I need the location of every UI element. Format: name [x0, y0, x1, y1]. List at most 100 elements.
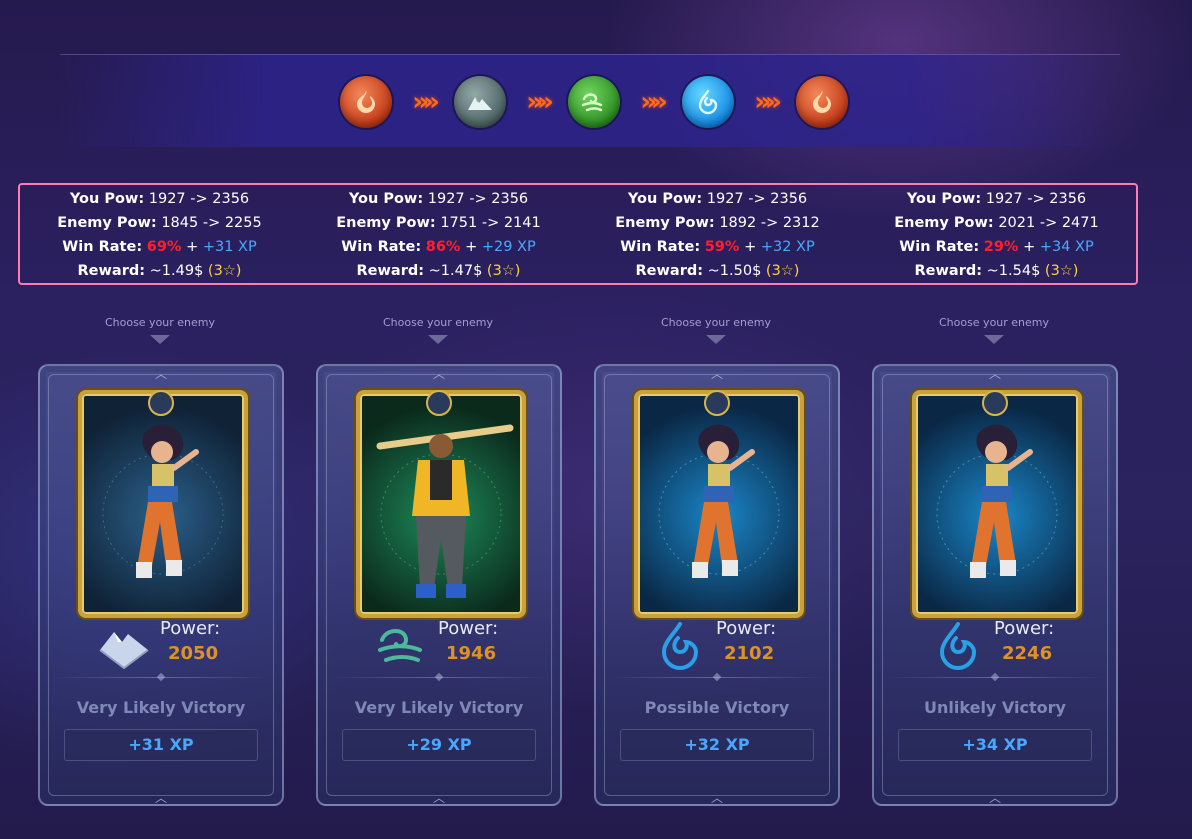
power-value: 2050 [168, 643, 219, 664]
water-drop-icon [939, 622, 977, 670]
wind-element-icon [568, 76, 620, 128]
power-value: 2102 [724, 643, 775, 664]
choose-enemy-hint: Choose your enemy [596, 316, 836, 344]
sequence-arrow-icon: »» [412, 87, 440, 117]
enemy-power-label: Enemy Pow: [57, 215, 157, 231]
chevron-up-icon: ︿ [432, 367, 446, 381]
reward-line: Reward: ~1.47$ (3☆) [299, 259, 578, 283]
xp-reward-button[interactable]: +29 XP [342, 729, 536, 761]
card-divider [610, 677, 824, 678]
reward-label: Reward: [914, 263, 983, 279]
choose-enemy-label: Choose your enemy [660, 316, 772, 329]
victory-prediction: Very Likely Victory [76, 698, 246, 717]
power-display: Power: 2102 [650, 618, 830, 674]
card-divider [332, 677, 546, 678]
enemy-card[interactable]: ︿ Power: 2246 Unlikely Victory +34 XP ︿ [872, 364, 1118, 806]
star-rating: (3☆) [765, 263, 800, 279]
choose-enemy-label: Choose your enemy [104, 316, 216, 329]
chevron-up-icon: ︿ [988, 367, 1002, 381]
chevron-up-icon: ︿ [154, 367, 168, 381]
earth-crest-icon [148, 390, 174, 416]
earth-element-icon [454, 76, 506, 128]
card-divider [54, 677, 268, 678]
stats-column: You Pow: 1927 -> 2356 Enemy Pow: 1751 ->… [299, 185, 578, 283]
xp-value: +34 XP [1039, 239, 1094, 255]
enemy-power-value: 1751 -> 2141 [440, 215, 541, 231]
choose-enemy-hint: Choose your enemy [874, 316, 1114, 344]
xp-reward-button[interactable]: +31 XP [64, 729, 258, 761]
your-power-value: 1927 -> 2356 [427, 191, 529, 207]
xp-value: +31 XP [202, 239, 257, 255]
chevron-up-icon: ︿ [432, 791, 446, 805]
plus-sign: + [186, 239, 199, 255]
your-power-line: You Pow: 1927 -> 2356 [299, 187, 578, 211]
enemy-power-label: Enemy Pow: [894, 215, 994, 231]
reward-line: Reward: ~1.49$ (3☆) [20, 259, 299, 283]
fighter-girl-portrait [634, 390, 804, 618]
win-rate-label: Win Rate: [341, 239, 422, 255]
enemy-power-line: Enemy Pow: 2021 -> 2471 [857, 211, 1136, 235]
power-display: Power: 2050 [94, 618, 274, 674]
down-triangle-icon [150, 335, 170, 344]
xp-reward-button[interactable]: +34 XP [898, 729, 1092, 761]
down-triangle-icon [706, 335, 726, 344]
win-rate-label: Win Rate: [620, 239, 701, 255]
your-power-line: You Pow: 1927 -> 2356 [857, 187, 1136, 211]
reward-label: Reward: [635, 263, 704, 279]
power-value: 2246 [1002, 643, 1053, 664]
enemy-power-value: 2021 -> 2471 [998, 215, 1099, 231]
your-power-value: 1927 -> 2356 [985, 191, 1087, 207]
power-value: 1946 [446, 643, 497, 664]
your-power-line: You Pow: 1927 -> 2356 [20, 187, 299, 211]
win-rate-value: 59% [704, 239, 740, 255]
your-power-label: You Pow: [906, 191, 982, 207]
power-label: Power: [994, 618, 1055, 639]
reward-value: ~1.47$ [428, 263, 483, 279]
water-element-icon [682, 76, 734, 128]
win-rate-line: Win Rate: 69% + +31 XP [20, 235, 299, 259]
down-triangle-icon [984, 335, 1004, 344]
enemy-card[interactable]: ︿ Power: 2102 Possible Victory +32 XP ︿ [594, 364, 840, 806]
choose-enemy-label: Choose your enemy [382, 316, 494, 329]
choose-enemy-label: Choose your enemy [938, 316, 1050, 329]
wind-swirl-icon [378, 629, 422, 662]
batter-man-portrait [356, 390, 526, 618]
enemy-card[interactable]: ︿ Power: 2050 Very Likely Victory +31 XP… [38, 364, 284, 806]
water-crest-icon [704, 390, 730, 416]
mountain-icon [99, 632, 149, 670]
card-divider [888, 677, 1102, 678]
fire-element-icon [340, 76, 392, 128]
plus-sign: + [744, 239, 757, 255]
fighter-girl-portrait [912, 390, 1082, 618]
your-power-label: You Pow: [348, 191, 424, 207]
choose-enemy-hint: Choose your enemy [40, 316, 280, 344]
xp-value: +29 XP [481, 239, 536, 255]
enemy-power-label: Enemy Pow: [615, 215, 715, 231]
win-rate-line: Win Rate: 59% + +32 XP [578, 235, 857, 259]
wind-crest-icon [426, 390, 452, 416]
stats-column: You Pow: 1927 -> 2356 Enemy Pow: 1892 ->… [578, 185, 857, 283]
your-power-value: 1927 -> 2356 [148, 191, 250, 207]
stats-column: You Pow: 1927 -> 2356 Enemy Pow: 1845 ->… [20, 185, 299, 283]
power-display: Power: 2246 [928, 618, 1108, 674]
stats-column: You Pow: 1927 -> 2356 Enemy Pow: 2021 ->… [857, 185, 1136, 283]
victory-prediction: Unlikely Victory [924, 698, 1066, 717]
power-label: Power: [716, 618, 777, 639]
reward-value: ~1.50$ [707, 263, 762, 279]
water-drop-icon [661, 622, 699, 670]
chevron-up-icon: ︿ [154, 791, 168, 805]
star-rating: (3☆) [486, 263, 521, 279]
enemy-power-value: 1892 -> 2312 [719, 215, 820, 231]
water-crest-icon [982, 390, 1008, 416]
reward-value: ~1.54$ [986, 263, 1041, 279]
power-label: Power: [160, 618, 221, 639]
win-rate-label: Win Rate: [62, 239, 143, 255]
enemy-card[interactable]: ︿ Power: 1946 Very Likely Victory +29 XP… [316, 364, 562, 806]
reward-label: Reward: [77, 263, 146, 279]
xp-reward-button[interactable]: +32 XP [620, 729, 814, 761]
reward-label: Reward: [356, 263, 425, 279]
plus-sign: + [1023, 239, 1036, 255]
power-display: Power: 1946 [372, 618, 552, 674]
sequence-arrow-icon: »» [754, 87, 782, 117]
fighter-girl-portrait [78, 390, 248, 618]
